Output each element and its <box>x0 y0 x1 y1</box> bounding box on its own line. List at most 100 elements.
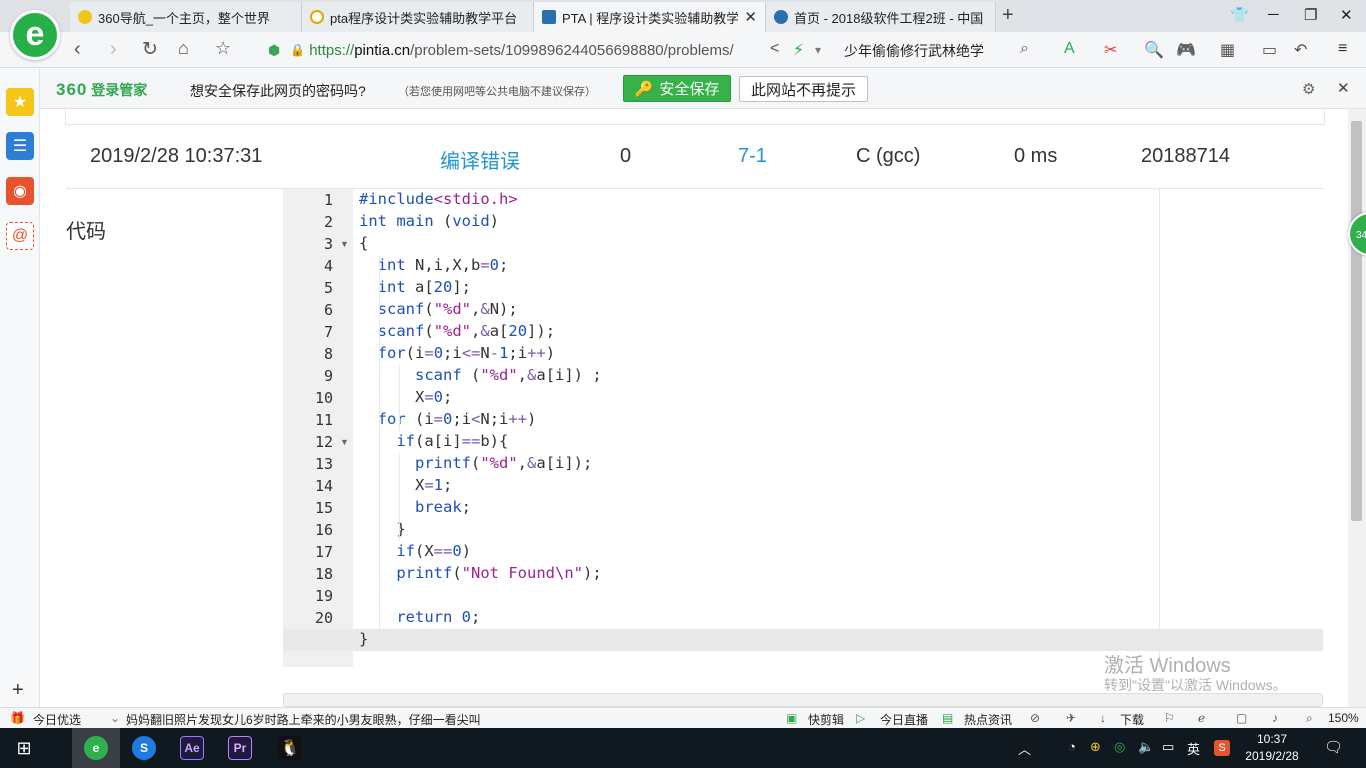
forward-button[interactable]: › <box>110 38 117 61</box>
tray-window-icon[interactable]: ▭ <box>1162 739 1174 755</box>
taskbar-360-browser[interactable]: e <box>72 728 120 768</box>
line-number: 9 <box>323 367 333 385</box>
status-badge[interactable]: 编译错误 <box>440 145 520 174</box>
url-bar[interactable]: ⬢ 🔒 https:// pintia.cn /problem-sets/109… <box>268 36 836 64</box>
line-number: 2 <box>323 213 333 231</box>
indent-guide <box>379 255 380 629</box>
url-scheme: https:// <box>309 41 355 59</box>
taskbar-premiere[interactable]: Pr <box>216 728 264 768</box>
close-bar-icon[interactable]: ✕ <box>1337 79 1350 97</box>
download-link[interactable]: 下载 <box>1120 711 1144 728</box>
line-number: 10 <box>314 389 333 407</box>
speaker-muted-icon[interactable]: 🔈 <box>1138 739 1154 755</box>
never-prompt-button[interactable]: 此网站不再提示 <box>739 76 868 102</box>
horizontal-scrollbar[interactable] <box>283 693 1323 707</box>
quick-edit-link[interactable]: 快剪辑 <box>808 711 844 728</box>
minimize-button[interactable]: ─ <box>1268 6 1279 23</box>
line-number: 7 <box>323 323 333 341</box>
ime-indicator[interactable]: 英 <box>1187 739 1200 758</box>
scissors-icon[interactable]: ✂ <box>1104 40 1117 60</box>
reload-icon[interactable]: ↻ <box>142 38 158 61</box>
sogou-ime-icon[interactable]: S <box>1214 740 1230 756</box>
tools-icon[interactable]: ✈ <box>1066 711 1076 725</box>
close-tab-icon[interactable]: ✕ <box>744 8 757 26</box>
star-icon[interactable]: ☆ <box>215 38 231 59</box>
translate-icon[interactable]: A <box>1064 40 1075 58</box>
line-number: 3 <box>323 235 333 253</box>
windows-start-button[interactable]: ⊞ <box>0 728 48 768</box>
lightning-icon[interactable]: ⚡ <box>793 40 804 60</box>
score: 0 <box>620 145 632 167</box>
home-icon[interactable]: ⌂ <box>178 38 189 59</box>
tab-pta-search[interactable]: pta程序设计类实验辅助教学平台 <box>302 2 534 32</box>
magnifier-icon[interactable]: 🔍 <box>1144 40 1164 60</box>
tray-expand-icon[interactable]: ︿ <box>1018 739 1031 758</box>
wifi-icon[interactable]: ◔ <box>1068 739 1076 754</box>
notification-icon[interactable]: 🗨 <box>1324 738 1343 756</box>
code-line: X=0; <box>359 388 453 406</box>
tray-360-icon[interactable]: ⊕ <box>1090 739 1101 755</box>
new-tab-button[interactable]: + <box>1002 4 1014 27</box>
menu-icon[interactable]: ≡ <box>1338 40 1347 58</box>
daily-picks[interactable]: 今日优选 <box>33 711 81 728</box>
tab-class-home[interactable]: 首页 - 2018级软件工程2班 - 中国 <box>766 2 996 32</box>
code-editor[interactable]: 123▼456789101112▼131415161718192021 #inc… <box>283 189 1323 667</box>
user-id: 20188714 <box>1141 145 1230 167</box>
apps-grid-icon[interactable]: ▦ <box>1220 40 1235 60</box>
taskbar-after-effects[interactable]: Ae <box>168 728 216 768</box>
search-result-icon <box>310 10 324 24</box>
flag-icon[interactable]: ⚐ <box>1164 711 1175 725</box>
line-number: 14 <box>314 477 333 495</box>
news-ticker[interactable]: 妈妈翻旧照片发现女儿6岁时路上牵来的小男友眼熟，仔细一看尖叫 <box>126 711 481 728</box>
chevron-down-icon[interactable]: ▾ <box>815 43 821 57</box>
taskbar-sogou[interactable]: S <box>120 728 168 768</box>
speed-icon[interactable]: ⊘ <box>1030 711 1040 725</box>
code-line: scanf ("%d",&a[i]) ; <box>415 366 602 384</box>
gamepad-icon[interactable]: 🎮 <box>1176 40 1196 60</box>
line-number: 1 <box>323 191 333 209</box>
line-number: 17 <box>314 543 333 561</box>
shirt-icon[interactable]: 👕 <box>1230 6 1249 24</box>
submission-detail: 2019/2/28 10:37:31 编译错误 0 7-1 C (gcc) 0 … <box>40 109 1348 707</box>
tray-guard-icon[interactable]: ◎ <box>1114 739 1125 755</box>
window-icon[interactable]: ▢ <box>1236 711 1247 725</box>
line-number: 18 <box>314 565 333 583</box>
tab-pta-active[interactable]: PTA | 程序设计类实验辅助教学平台 ✕ <box>534 2 766 32</box>
tab-360-nav[interactable]: 360导航_一个主页，整个世界 <box>70 2 302 32</box>
system-clock[interactable]: 10:37 2019/2/28 <box>1242 731 1302 765</box>
favorites-star-icon[interactable]: ★ <box>6 88 34 116</box>
fold-toggle-icon[interactable]: ▼ <box>340 437 349 447</box>
scroll-thumb[interactable] <box>1351 121 1362 521</box>
problem-link[interactable]: 7-1 <box>738 145 767 168</box>
search-icon[interactable]: ⌕ <box>1020 40 1029 58</box>
browser-statusbar: 🎁 今日优选 ⌄ 妈妈翻旧照片发现女儿6岁时路上牵来的小男友眼熟，仔细一看尖叫 … <box>0 707 1366 728</box>
reading-list-icon[interactable]: ☰ <box>6 132 34 160</box>
reader-icon[interactable]: ▭ <box>1262 40 1277 60</box>
live-link[interactable]: 今日直播 <box>880 711 928 728</box>
line-number: 6 <box>323 301 333 319</box>
browser-logo[interactable]: e <box>10 10 60 60</box>
search-input[interactable]: 少年偷偷修行武林绝学 <box>844 41 1044 61</box>
add-sidebar-icon[interactable]: + <box>12 679 24 702</box>
gear-icon[interactable]: ⚙ <box>1302 80 1315 98</box>
back-button[interactable]: ‹ <box>74 38 81 61</box>
maximize-button[interactable]: ❐ <box>1304 6 1317 24</box>
close-window-button[interactable]: ✕ <box>1340 6 1353 24</box>
fold-toggle-icon[interactable]: ▼ <box>340 239 349 249</box>
ie-icon[interactable]: ℯ <box>1198 711 1205 725</box>
undo-icon[interactable]: ↶ <box>1294 40 1307 60</box>
weibo-icon[interactable]: ◉ <box>6 177 34 205</box>
code-line: break; <box>415 498 472 516</box>
row-border <box>1324 109 1325 125</box>
tab-label: 360导航_一个主页，整个世界 <box>98 10 270 26</box>
email-icon[interactable]: @ <box>6 222 34 250</box>
vertical-scrollbar[interactable] <box>1348 109 1366 707</box>
tab-label: PTA | 程序设计类实验辅助教学平台 <box>562 10 739 26</box>
secure-save-button[interactable]: 🔑 安全保存 <box>623 75 731 102</box>
share-icon[interactable]: < <box>770 40 779 58</box>
zoom-level[interactable]: 150% <box>1328 711 1359 725</box>
zoom-icon: ⌕ <box>1306 711 1313 725</box>
hot-news-link[interactable]: 热点资讯 <box>964 711 1012 728</box>
sound-icon[interactable]: ♪ <box>1272 711 1278 725</box>
taskbar-qq[interactable]: 🐧 <box>266 728 314 768</box>
